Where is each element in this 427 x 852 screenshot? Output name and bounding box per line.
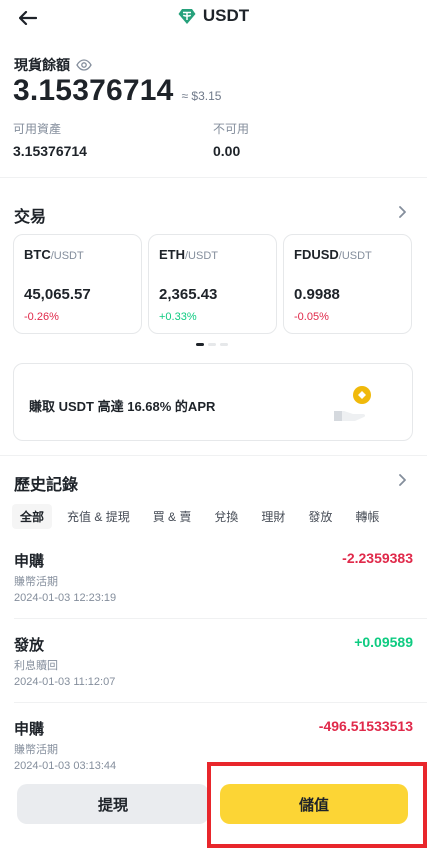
tab-all[interactable]: 全部 bbox=[12, 504, 53, 529]
transaction-amount: -2.2359383 bbox=[342, 550, 413, 566]
transaction-row[interactable]: 發放 利息贖回 2024-01-03 11:12:07 +0.09589 bbox=[0, 634, 427, 718]
available-value: 3.15376714 bbox=[13, 143, 87, 159]
transaction-amount: +0.09589 bbox=[354, 634, 413, 650]
pair-change: -0.05% bbox=[294, 311, 329, 323]
promo-text: 賺取 USDT 高達 16.68% 的APR bbox=[29, 399, 216, 414]
unavailable-value: 0.00 bbox=[213, 143, 241, 159]
pair-name: ETH/USDT bbox=[159, 247, 266, 262]
available-label: 可用資產 bbox=[13, 122, 62, 136]
top-bar: USDT bbox=[0, 0, 427, 36]
pair-price: 45,065.57 bbox=[24, 286, 91, 303]
transaction-subtype: 賺幣活期 bbox=[14, 744, 58, 756]
balance-fiat-value: ≈ $3.15 bbox=[181, 89, 222, 103]
unavailable-label: 不可用 bbox=[213, 122, 250, 136]
pair-card-btc[interactable]: BTC/USDT 45,065.57 -0.26% bbox=[13, 234, 142, 334]
eye-icon[interactable] bbox=[76, 59, 92, 71]
transaction-type: 申購 bbox=[14, 721, 45, 738]
history-more-button[interactable] bbox=[397, 473, 407, 487]
transaction-subtype: 賺幣活期 bbox=[14, 576, 58, 588]
withdraw-button[interactable]: 提現 bbox=[17, 784, 209, 824]
transaction-type: 發放 bbox=[14, 637, 45, 654]
carousel-indicator bbox=[196, 343, 228, 346]
transaction-time: 2024-01-03 03:13:44 bbox=[14, 760, 117, 772]
pair-name: BTC/USDT bbox=[24, 247, 131, 262]
tab-transfer[interactable]: 轉帳 bbox=[347, 504, 387, 529]
balance-value: 3.15376714 bbox=[13, 74, 174, 107]
balance-row: 3.15376714 ≈ $3.15 bbox=[13, 74, 221, 108]
balance-label: 現貨餘額 bbox=[14, 57, 70, 73]
pair-base: BTC bbox=[24, 247, 51, 262]
transaction-time: 2024-01-03 12:23:19 bbox=[14, 592, 117, 604]
tether-icon bbox=[178, 8, 196, 24]
pair-change: +0.33% bbox=[159, 311, 197, 323]
transaction-row[interactable]: 申購 賺幣活期 2024-01-03 12:23:19 -2.2359383 bbox=[0, 550, 427, 634]
page-title-text: USDT bbox=[202, 6, 250, 25]
coin-hand-icon bbox=[334, 386, 371, 421]
transaction-type: 申購 bbox=[14, 553, 45, 570]
carousel-dot bbox=[220, 343, 228, 346]
tab-distribution[interactable]: 發放 bbox=[300, 504, 340, 529]
highlight-box bbox=[207, 762, 427, 848]
earn-promo-card[interactable]: 賺取 USDT 高達 16.68% 的APR bbox=[13, 363, 413, 441]
transaction-time: 2024-01-03 11:12:07 bbox=[14, 676, 116, 688]
pair-quote: /USDT bbox=[338, 250, 372, 262]
chevron-right-icon bbox=[399, 474, 406, 486]
tab-earn[interactable]: 理財 bbox=[253, 504, 293, 529]
chevron-right-icon bbox=[399, 206, 406, 218]
pair-price: 2,365.43 bbox=[159, 286, 218, 303]
pair-quote: /USDT bbox=[50, 250, 84, 262]
balance-label-row: 現貨餘額 bbox=[14, 55, 92, 75]
pair-base: FDUSD bbox=[294, 247, 339, 262]
divider bbox=[0, 455, 427, 456]
carousel-dot bbox=[208, 343, 216, 346]
trade-section-title: 交易 bbox=[14, 209, 47, 226]
tab-buy-sell[interactable]: 買 & 賣 bbox=[145, 504, 200, 529]
pair-price: 0.9988 bbox=[294, 286, 340, 303]
page-title: USDT bbox=[0, 6, 427, 26]
trade-more-button[interactable] bbox=[397, 205, 407, 219]
available-balance: 可用資產 3.15376714 bbox=[13, 120, 87, 159]
unavailable-balance: 不可用 0.00 bbox=[213, 120, 249, 159]
history-section-title: 歷史記錄 bbox=[14, 477, 79, 494]
divider bbox=[14, 618, 427, 619]
transaction-amount: -496.51533513 bbox=[318, 718, 413, 734]
divider bbox=[0, 177, 427, 178]
tab-deposit-withdraw[interactable]: 充值 & 提現 bbox=[59, 504, 138, 529]
pair-card-fdusd[interactable]: FDUSD/USDT 0.9988 -0.05% bbox=[283, 234, 412, 334]
tab-convert[interactable]: 兌換 bbox=[206, 504, 246, 529]
history-filter-tabs: 全部 充值 & 提現 買 & 賣 兌換 理財 發放 轉帳 bbox=[12, 504, 394, 529]
transaction-subtype: 利息贖回 bbox=[14, 660, 58, 672]
pair-name: FDUSD/USDT bbox=[294, 247, 401, 262]
pair-quote: /USDT bbox=[185, 250, 218, 262]
pair-card-eth[interactable]: ETH/USDT 2,365.43 +0.33% bbox=[148, 234, 277, 334]
pair-base: ETH bbox=[159, 247, 185, 262]
carousel-dot bbox=[196, 343, 204, 346]
pair-change: -0.26% bbox=[24, 311, 59, 323]
divider bbox=[14, 702, 427, 703]
